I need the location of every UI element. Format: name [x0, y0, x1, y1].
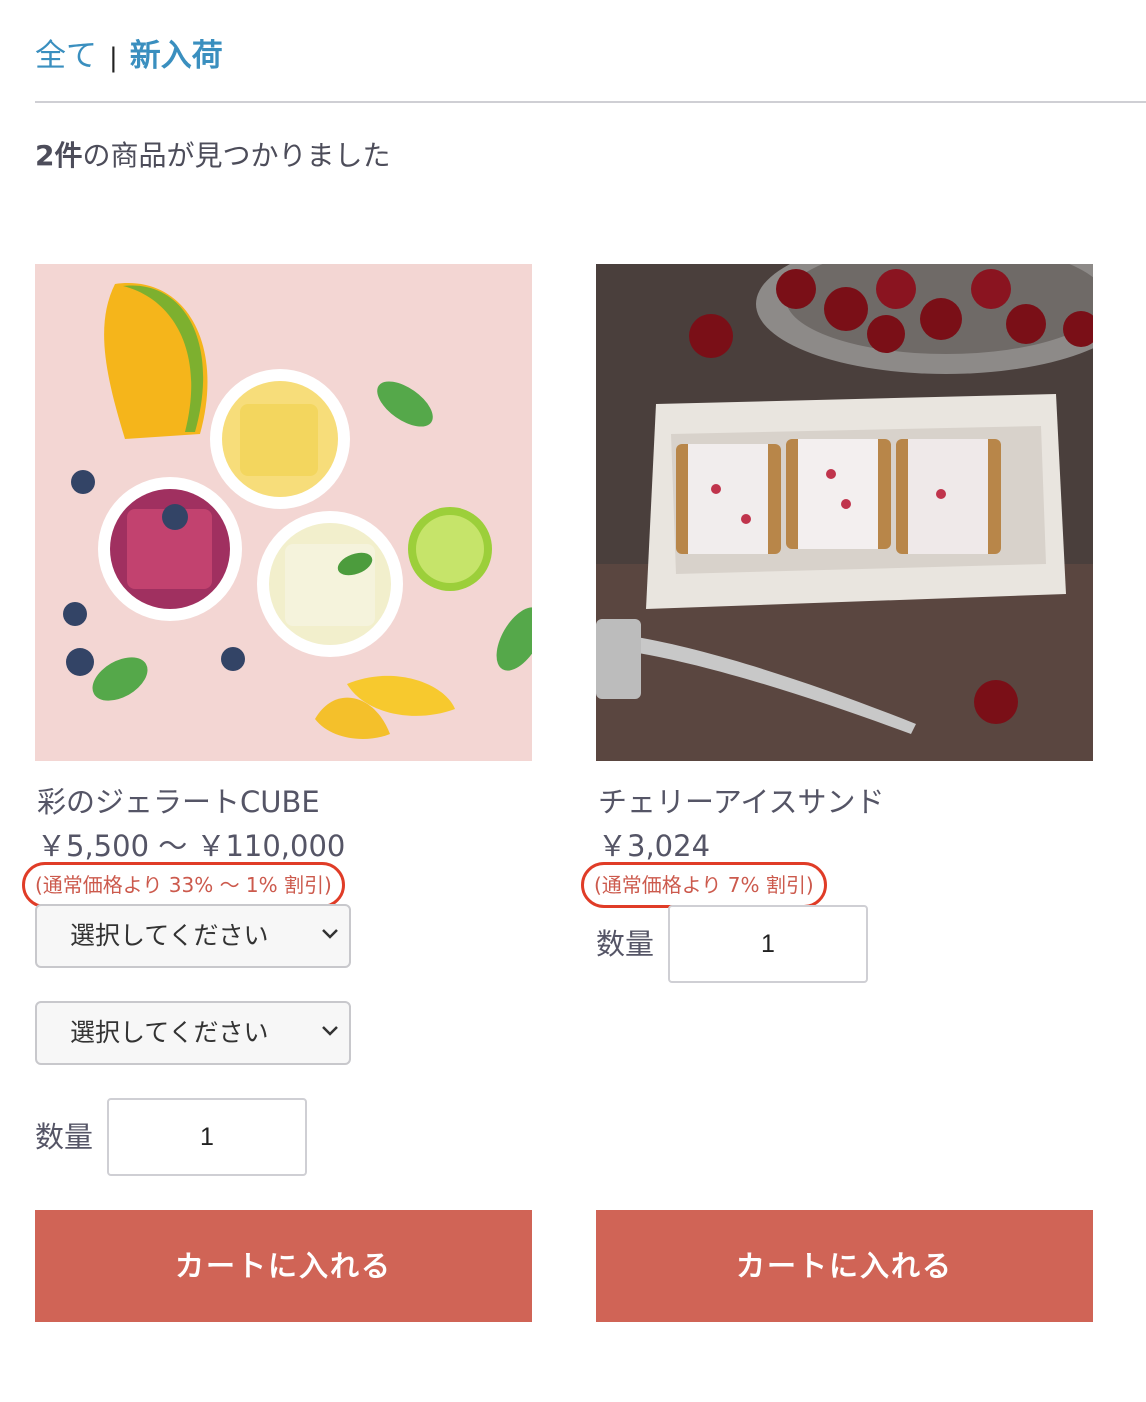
product-name[interactable]: チェリーアイスサンド — [598, 784, 885, 820]
option-select-value: 選択してください — [70, 921, 269, 950]
product-image[interactable] — [596, 264, 1093, 761]
result-count-number: 2件 — [35, 139, 83, 172]
add-to-cart-button[interactable]: カートに入れる — [596, 1210, 1093, 1322]
result-count-text: の商品が見つかりました — [82, 139, 391, 172]
product-name[interactable]: 彩のジェラートCUBE — [37, 784, 320, 820]
discount-badge: (通常価格より 33% 〜 1% 割引) — [22, 862, 345, 908]
product-card: チェリーアイスサンド ￥3,024 (通常価格より 7% 割引) 数量 1 — [581, 264, 1093, 983]
quantity-input[interactable]: 1 — [668, 905, 868, 983]
breadcrumb-separator: | — [109, 43, 118, 73]
quantity-label: 数量 — [35, 1120, 94, 1154]
option-select-1[interactable]: 選択してください — [35, 904, 351, 968]
product-price: ￥3,024 — [598, 829, 711, 863]
product-image[interactable] — [35, 264, 532, 761]
product-card: 彩のジェラートCUBE ￥5,500 〜 ￥110,000 (通常価格より 33… — [22, 264, 532, 1176]
breadcrumb-current-link[interactable]: 新入荷 — [130, 38, 223, 74]
chevron-down-icon — [322, 1026, 338, 1036]
quantity-label: 数量 — [596, 927, 655, 961]
quantity-input[interactable]: 1 — [107, 1098, 307, 1176]
discount-badge: (通常価格より 7% 割引) — [581, 862, 827, 908]
result-count: 2件の商品が見つかりました — [35, 138, 391, 174]
breadcrumb: 全て | 新入荷 — [35, 36, 223, 78]
divider — [35, 101, 1146, 103]
breadcrumb-all-link[interactable]: 全て — [35, 38, 97, 74]
product-price: ￥5,500 〜 ￥110,000 — [37, 829, 346, 863]
option-select-value: 選択してください — [70, 1018, 269, 1047]
add-to-cart-button[interactable]: カートに入れる — [35, 1210, 532, 1322]
chevron-down-icon — [322, 929, 338, 939]
option-select-2[interactable]: 選択してください — [35, 1001, 351, 1065]
